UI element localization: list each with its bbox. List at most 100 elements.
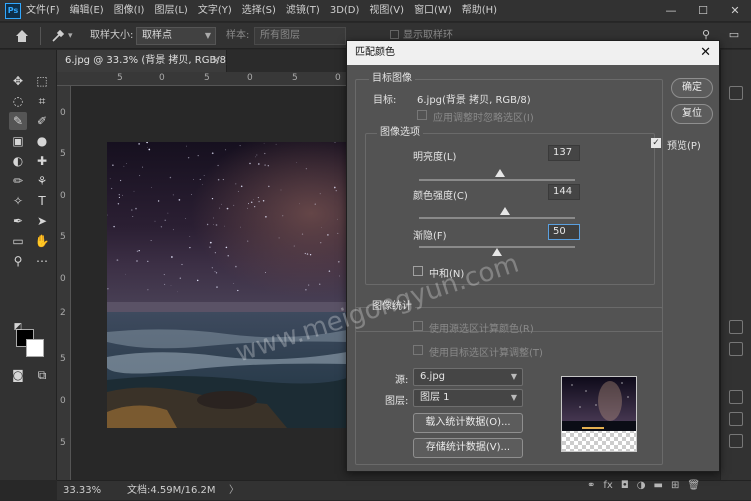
load-statistics-button[interactable]: 载入统计数据(O)...: [413, 413, 523, 433]
brush-tool-icon[interactable]: ✏: [9, 172, 27, 190]
panel-icon[interactable]: [729, 412, 743, 426]
crop-tool-icon[interactable]: ⌗: [33, 92, 51, 110]
use-target-selection-checkbox[interactable]: [413, 345, 423, 355]
panel-icon[interactable]: [729, 342, 743, 356]
ignore-selection-checkbox[interactable]: [417, 110, 427, 120]
color-intensity-slider-track[interactable]: [419, 217, 575, 219]
luminance-input[interactable]: 137: [548, 145, 580, 161]
star: [118, 196, 120, 198]
menu-item[interactable]: 3D(D): [330, 0, 360, 22]
close-tab-icon[interactable]: ×: [212, 50, 220, 72]
eyedropper-tool-active-icon[interactable]: ✎: [9, 112, 27, 130]
source-select[interactable]: 6.jpg ▼: [413, 368, 523, 386]
healing-brush-icon[interactable]: ✐: [33, 112, 51, 130]
more-tools-icon[interactable]: ⋯: [33, 252, 51, 270]
new-layer-icon[interactable]: ⊞: [671, 476, 679, 496]
star: [203, 174, 205, 177]
path-select-icon[interactable]: ➤: [33, 212, 51, 230]
color-intensity-slider-thumb[interactable]: [499, 207, 510, 215]
trash-icon[interactable]: 🗑: [687, 476, 700, 496]
star: [185, 218, 187, 219]
hand-tool-icon[interactable]: ✋: [33, 232, 51, 250]
star: [189, 246, 191, 249]
fx-icon[interactable]: fx: [603, 476, 612, 496]
star: [170, 285, 172, 286]
home-icon[interactable]: [14, 28, 30, 44]
minimize-button[interactable]: —: [655, 0, 687, 22]
zoom-tool-icon[interactable]: ⚲: [9, 252, 27, 270]
chevron-right-icon[interactable]: 〉: [229, 481, 239, 501]
link-icon[interactable]: ⚭: [587, 476, 595, 496]
default-colors-icon[interactable]: ◩: [9, 318, 27, 336]
marquee-tool-icon[interactable]: ⬚: [33, 72, 51, 90]
bandage-icon[interactable]: ✚: [33, 152, 51, 170]
move-tool-icon[interactable]: ✥: [9, 72, 27, 90]
type-tool-icon[interactable]: T: [33, 192, 51, 210]
rectangle-tool-icon[interactable]: ▭: [9, 232, 27, 250]
menu-item[interactable]: 帮助(H): [462, 0, 497, 22]
luminance-slider-thumb[interactable]: [495, 169, 506, 177]
document-image[interactable]: [107, 142, 347, 428]
ruler-label: 5: [60, 232, 66, 242]
sample-select[interactable]: 所有图层: [254, 27, 346, 45]
background-color-swatch[interactable]: [26, 339, 44, 357]
menu-item[interactable]: 图像(I): [114, 0, 145, 22]
target-value: 6.jpg(背景 拷贝, RGB/8): [417, 95, 531, 106]
menu-item[interactable]: 滤镜(T): [286, 0, 320, 22]
panel-icon[interactable]: [729, 434, 743, 448]
color-intensity-input[interactable]: 144: [548, 184, 580, 200]
luminance-slider-track[interactable]: [419, 179, 575, 181]
star: [217, 178, 220, 181]
dodge-tool-icon[interactable]: ◐: [9, 152, 27, 170]
blur-tool-icon[interactable]: ●: [33, 132, 51, 150]
screen-mode-icon[interactable]: ⧉: [33, 366, 51, 384]
menu-item[interactable]: 选择(S): [242, 0, 276, 22]
chevron-down-icon[interactable]: ▾: [68, 28, 73, 44]
mask-icon[interactable]: ◘: [621, 476, 629, 496]
layer-select[interactable]: 图层 1 ▼: [413, 389, 523, 407]
menu-item[interactable]: 图层(L): [154, 0, 187, 22]
quick-mask-icon[interactable]: ◙: [9, 366, 27, 384]
zoom-level[interactable]: 33.33%: [63, 481, 101, 501]
eyedropper-tool-icon[interactable]: [50, 28, 66, 44]
menu-item[interactable]: 窗口(W): [414, 0, 452, 22]
menu-item[interactable]: 文字(Y): [198, 0, 232, 22]
stamp-tool-icon[interactable]: ⚘: [33, 172, 51, 190]
panel-icon[interactable]: [729, 320, 743, 334]
star: [217, 164, 219, 167]
use-source-selection-checkbox[interactable]: [413, 321, 423, 331]
dialog-title-bar[interactable]: 匹配颜色 ✕: [347, 41, 719, 65]
star: [237, 191, 239, 192]
menu-item[interactable]: 视图(V): [369, 0, 404, 22]
maximize-button[interactable]: ☐: [687, 0, 719, 22]
fade-input[interactable]: 50: [548, 224, 580, 240]
save-statistics-button[interactable]: 存储统计数据(V)...: [413, 438, 523, 458]
menu-item[interactable]: 编辑(E): [70, 0, 104, 22]
folder-icon[interactable]: ▬: [654, 476, 663, 496]
workspace-icon[interactable]: ▭: [727, 28, 741, 42]
panel-icon[interactable]: [729, 390, 743, 404]
star: [247, 240, 249, 242]
close-icon[interactable]: ✕: [700, 41, 711, 65]
history-brush-icon[interactable]: ✧: [9, 192, 27, 210]
sample-size-select[interactable]: 取样点 ▼: [136, 27, 216, 45]
reset-button[interactable]: 复位: [671, 104, 713, 124]
panel-icon[interactable]: [729, 86, 743, 100]
pen-tool-icon[interactable]: ✒: [9, 212, 27, 230]
document-tab[interactable]: 6.jpg @ 33.3% (背景 拷贝, RGB/8) * ×: [57, 50, 238, 72]
star: [206, 223, 209, 226]
adjustment-icon[interactable]: ◑: [637, 476, 646, 496]
star: [237, 289, 239, 292]
gradient-tool-icon[interactable]: ▣: [9, 132, 27, 150]
fade-slider-thumb[interactable]: [492, 248, 502, 256]
neutralize-checkbox[interactable]: [413, 266, 423, 276]
ok-button[interactable]: 确定: [671, 78, 713, 98]
star: [181, 263, 183, 266]
menu-item[interactable]: 文件(F): [26, 0, 60, 22]
close-window-button[interactable]: ✕: [719, 0, 751, 22]
lasso-tool-icon[interactable]: ◌: [9, 92, 27, 110]
star: [265, 215, 267, 218]
preview-checkbox[interactable]: [651, 138, 661, 148]
star: [121, 194, 123, 196]
star: [157, 200, 160, 202]
